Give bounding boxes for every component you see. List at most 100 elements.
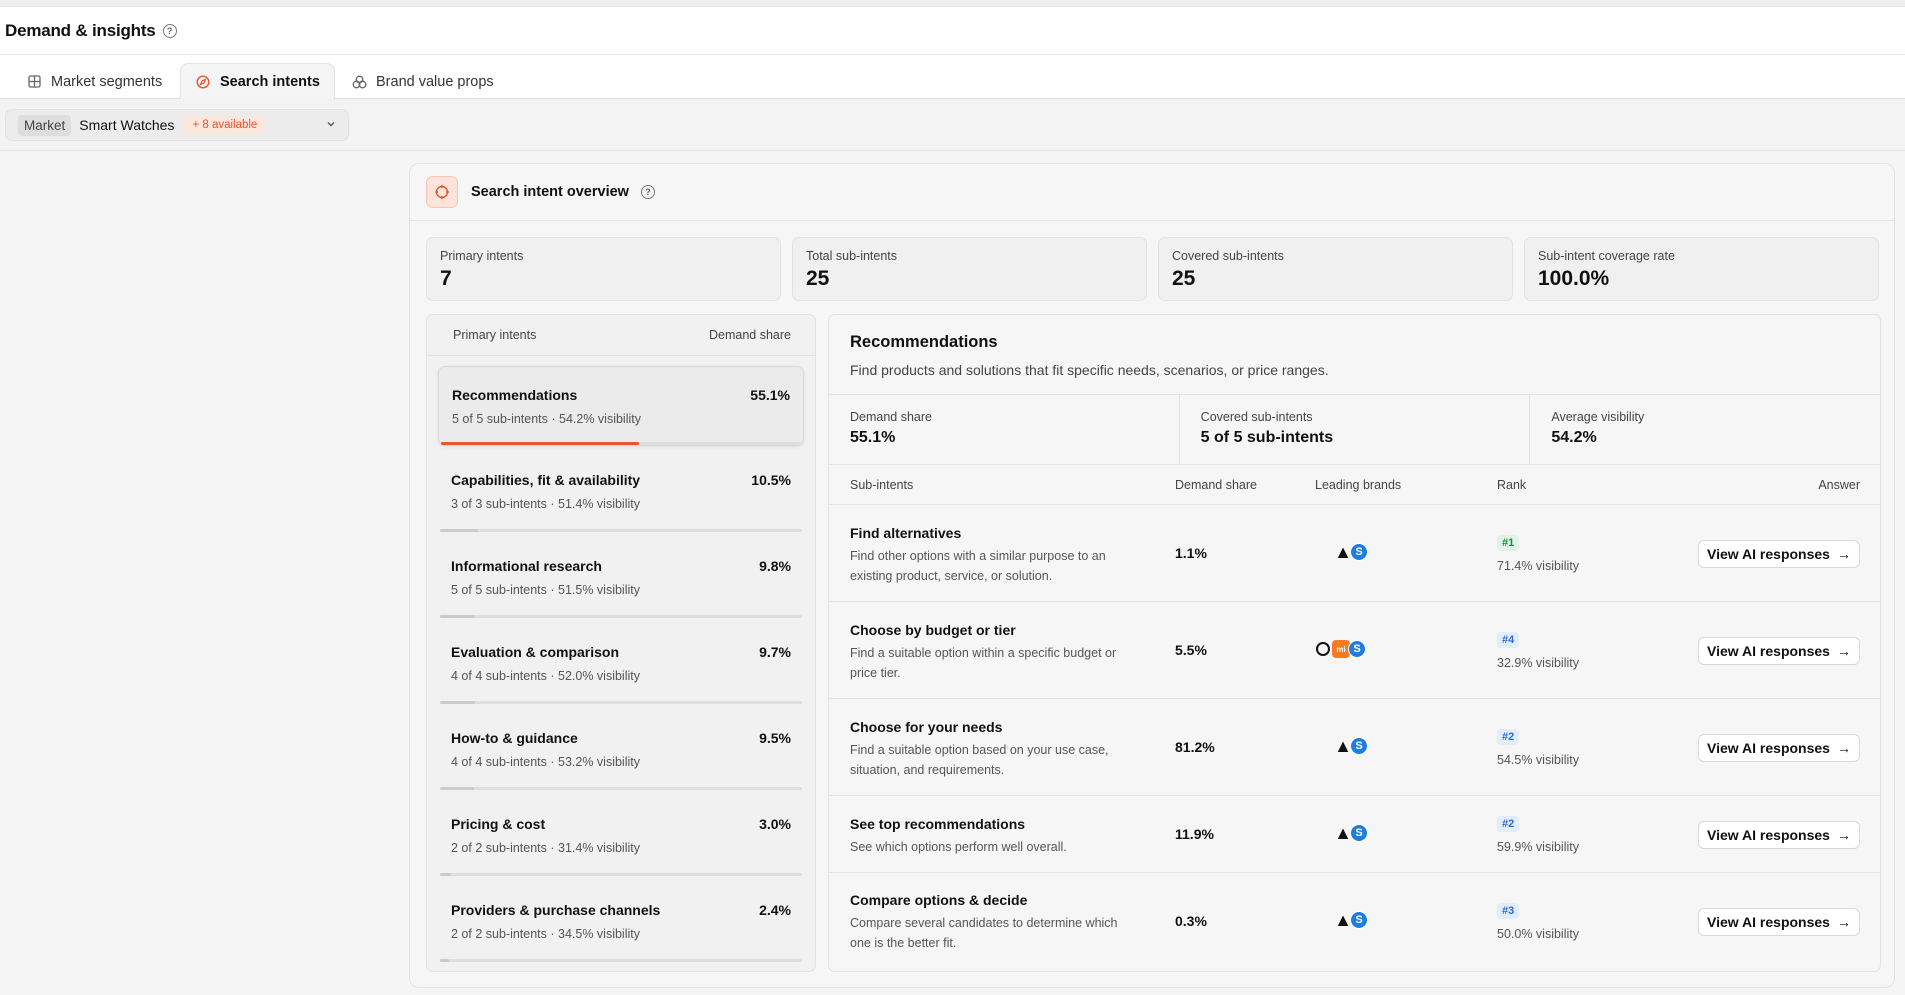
- sub-intent-desc: Find other options with a similar purpos…: [850, 549, 1106, 583]
- view-ai-responses-button[interactable]: View AI responses →: [1698, 637, 1860, 665]
- column-header: Primary intents: [453, 328, 537, 342]
- intent-name: Pricing & cost: [451, 816, 546, 832]
- button-label: View AI responses: [1707, 546, 1830, 562]
- intent-name: Capabilities, fit & availability: [451, 472, 641, 488]
- stat-label: Demand share: [850, 410, 932, 424]
- sub-intents-table-header: Sub-intents Demand share Leading brands …: [829, 465, 1880, 505]
- rank-visibility: 59.9% visibility: [1497, 840, 1579, 854]
- intent-meta: 2 of 2 sub-intents · 31.4% visibility: [451, 841, 640, 855]
- table-row: Find alternatives Find other options wit…: [829, 505, 1880, 602]
- table-row: Choose by budget or tier Find a suitable…: [829, 602, 1880, 699]
- page-header: Demand & insights ?: [0, 7, 1905, 55]
- view-ai-responses-button[interactable]: View AI responses →: [1698, 540, 1860, 568]
- stat-label: Total sub-intents: [806, 249, 898, 263]
- help-icon[interactable]: ?: [640, 185, 655, 199]
- intent-name: Providers & purchase channels: [451, 902, 661, 918]
- intent-item-evaluation-comparison[interactable]: Evaluation & comparison 9.7% 4 of 4 sub-i…: [438, 624, 804, 704]
- column-header: Leading brands: [1315, 478, 1402, 492]
- arrow-right-icon: →: [1836, 643, 1851, 659]
- market-label: Market: [18, 114, 72, 136]
- overview-header: Search intent overview ?: [410, 164, 1894, 221]
- intent-meta: 4 of 4 sub-intents · 53.2% visibility: [451, 755, 640, 769]
- tab-search-intents[interactable]: Search intents: [180, 63, 335, 100]
- intent-item-recommendations[interactable]: Recommendations 55.1% 5 of 5 sub-intents …: [438, 366, 804, 446]
- layers-icon: [351, 74, 367, 90]
- apple-logo-icon: [1316, 543, 1334, 561]
- detail-stats: Demand share 55.1% Covered sub-intents 5…: [829, 395, 1880, 465]
- sub-intent-share: 5.5%: [1175, 642, 1207, 658]
- view-ai-responses-button[interactable]: View AI responses →: [1698, 821, 1860, 849]
- intent-meta: 2 of 2 sub-intents · 34.5% visibility: [451, 927, 640, 941]
- grid-icon: [26, 74, 42, 90]
- intent-item-pricing-cost[interactable]: Pricing & cost 3.0% 2 of 2 sub-intents · …: [438, 796, 804, 876]
- samsung-logo-icon: S: [1350, 737, 1368, 755]
- intent-item-informational-research[interactable]: Informational research 9.8% 5 of 5 sub-in…: [438, 538, 804, 618]
- tab-label: Market segments: [51, 73, 163, 90]
- amazfit-logo-icon: [1316, 642, 1330, 656]
- intent-meta: 5 of 5 sub-intents · 51.5% visibility: [451, 583, 640, 597]
- help-icon[interactable]: ?: [162, 23, 177, 38]
- stat-primary-intents: Primary intents 7: [426, 237, 781, 301]
- stat-label: Covered sub-intents: [1200, 410, 1313, 424]
- rank-badge: #2: [1497, 816, 1520, 832]
- sub-intent-share: 0.3%: [1175, 913, 1207, 929]
- sub-intent-name: Find alternatives: [850, 525, 962, 541]
- detail-header: Recommendations Find products and soluti…: [829, 315, 1880, 395]
- apple-logo-icon: [1316, 737, 1334, 755]
- intent-share: 3.0%: [759, 816, 791, 832]
- intent-item-providers-channels[interactable]: Providers & purchase channels 2.4% 2 of 2…: [438, 882, 804, 962]
- intent-name: How-to & guidance: [451, 730, 578, 746]
- tab-label: Search intents: [220, 74, 320, 90]
- view-ai-responses-button[interactable]: View AI responses →: [1698, 734, 1860, 762]
- intent-share: 55.1%: [750, 387, 790, 403]
- leading-brands: ▲ S: [1316, 823, 1368, 843]
- table-row: See top recommendations See which option…: [829, 796, 1880, 873]
- demand-bar: [440, 701, 802, 704]
- demand-bar-fill: [441, 442, 640, 445]
- intent-meta: 5 of 5 sub-intents · 54.2% visibility: [452, 412, 641, 426]
- button-label: View AI responses: [1707, 740, 1830, 756]
- stat-total-sub-intents: Total sub-intents 25: [792, 237, 1147, 301]
- sub-intent-name: Choose by budget or tier: [850, 622, 1016, 638]
- column-header: Demand share: [709, 328, 791, 342]
- arrow-right-icon: →: [1836, 914, 1851, 930]
- stat-label: Sub-intent coverage rate: [1538, 249, 1675, 263]
- intent-name: Evaluation & comparison: [451, 644, 620, 660]
- intent-share: 2.4%: [759, 902, 791, 918]
- leading-brands: ▲ S: [1316, 736, 1368, 756]
- market-selector[interactable]: Market Smart Watches + 8 available: [5, 109, 349, 141]
- rank-visibility: 54.5% visibility: [1497, 753, 1579, 767]
- search-intent-overview-card: Search intent overview ? Primary intents…: [409, 163, 1895, 988]
- rank-badge: #4: [1497, 632, 1520, 648]
- intent-meta: 3 of 3 sub-intents · 51.4% visibility: [451, 497, 640, 511]
- intent-item-how-to-guidance[interactable]: How-to & guidance 9.5% 4 of 4 sub-intents…: [438, 710, 804, 790]
- rank-visibility: 71.4% visibility: [1497, 559, 1579, 573]
- filter-bar: Market Smart Watches + 8 available: [0, 99, 1905, 151]
- button-label: View AI responses: [1707, 643, 1830, 659]
- intent-detail-panel: Recommendations Find products and soluti…: [828, 314, 1881, 972]
- leading-brands: ▲ S: [1316, 542, 1368, 562]
- stat-label: Primary intents: [440, 249, 524, 263]
- sub-intent-name: Choose for your needs: [850, 719, 1003, 735]
- leading-brands: mi S: [1316, 640, 1366, 658]
- view-ai-responses-button[interactable]: View AI responses →: [1698, 908, 1860, 936]
- stat-label: Covered sub-intents: [1172, 249, 1284, 263]
- tab-market-segments[interactable]: Market segments: [12, 63, 176, 100]
- demand-bar-fill: [440, 787, 475, 790]
- button-label: View AI responses: [1707, 827, 1830, 843]
- button-label: View AI responses: [1707, 914, 1830, 930]
- samsung-logo-icon: S: [1350, 824, 1368, 842]
- demand-bar-fill: [440, 959, 449, 962]
- stat-value: 25: [1172, 267, 1196, 290]
- intent-share: 10.5%: [751, 472, 791, 488]
- intent-item-capabilities[interactable]: Capabilities, fit & availability 10.5% 3 …: [438, 452, 804, 532]
- arrow-right-icon: →: [1836, 827, 1851, 843]
- tab-brand-value-props[interactable]: Brand value props: [337, 63, 508, 100]
- sub-intent-name: See top recommendations: [850, 816, 1026, 832]
- detail-stat-covered: Covered sub-intents 5 of 5 sub-intents: [1180, 395, 1531, 464]
- table-row: Choose for your needs Find a suitable op…: [829, 699, 1880, 796]
- detail-title: Recommendations: [850, 333, 998, 351]
- samsung-logo-icon: S: [1348, 640, 1366, 658]
- tab-label: Brand value props: [376, 73, 494, 90]
- primary-intents-header: Primary intents Demand share: [427, 315, 815, 356]
